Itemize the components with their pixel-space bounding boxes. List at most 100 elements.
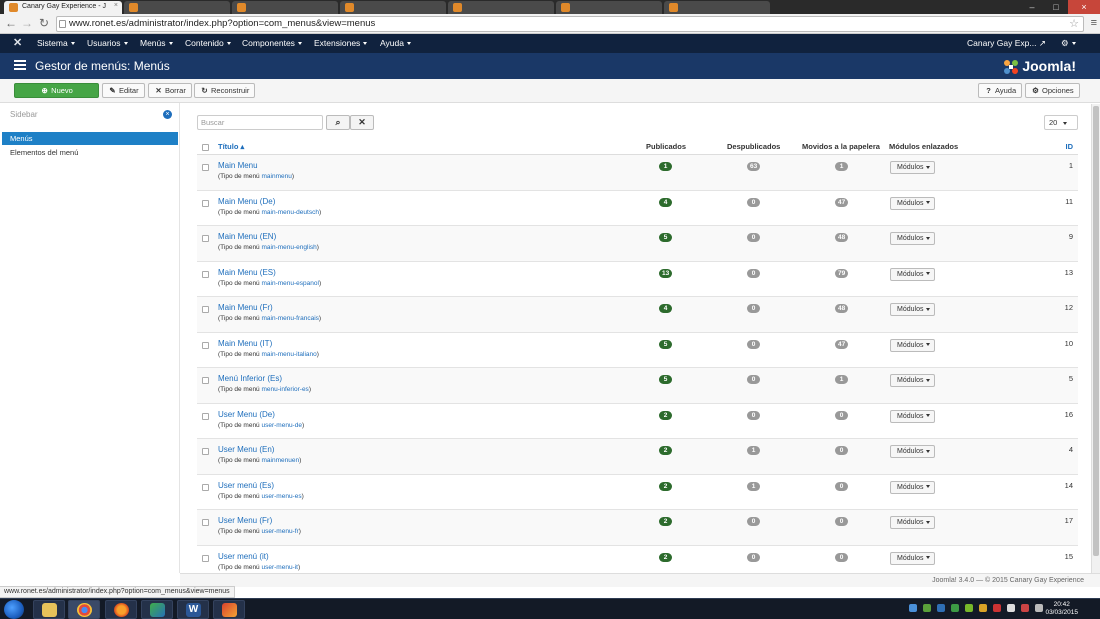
modules-dropdown-button[interactable]: Módulos bbox=[890, 480, 935, 494]
trashed-count-badge[interactable]: 0 bbox=[835, 552, 848, 562]
start-button[interactable] bbox=[4, 600, 24, 619]
forward-icon[interactable]: → bbox=[20, 16, 34, 30]
trashed-count-badge[interactable]: 0 bbox=[835, 481, 848, 491]
page-scrollbar[interactable] bbox=[1091, 104, 1100, 573]
close-window-icon[interactable]: × bbox=[1068, 0, 1100, 14]
published-count-badge[interactable]: 4 bbox=[659, 197, 672, 207]
joomla-logo-icon[interactable]: ✕ bbox=[13, 38, 25, 49]
tray-icon[interactable] bbox=[1007, 604, 1015, 612]
options-button[interactable]: ⚙ Opciones bbox=[1025, 83, 1080, 98]
published-count-badge[interactable]: 1 bbox=[659, 162, 672, 171]
row-checkbox[interactable] bbox=[202, 270, 209, 278]
menu-type-link[interactable]: user-menu-es bbox=[261, 493, 301, 500]
nav-menu-extensiones[interactable]: Extensiones bbox=[314, 34, 368, 53]
menu-title-link[interactable]: User Menu (En) bbox=[218, 445, 274, 454]
search-input[interactable] bbox=[197, 115, 323, 130]
scrollbar-thumb[interactable] bbox=[1093, 106, 1099, 556]
menu-title-link[interactable]: Main Menu bbox=[218, 161, 258, 170]
site-link[interactable]: Canary Gay Exp... ↗ bbox=[967, 34, 1046, 53]
unpublished-count-badge[interactable]: 0 bbox=[747, 268, 760, 278]
menu-title-link[interactable]: Main Menu (De) bbox=[218, 197, 275, 206]
trashed-count-badge[interactable]: 0 bbox=[835, 410, 848, 420]
modules-dropdown-button[interactable]: Módulos bbox=[890, 267, 935, 281]
column-id[interactable]: ID bbox=[1066, 142, 1074, 151]
row-checkbox[interactable] bbox=[202, 377, 209, 384]
sidebar-item-menu-items[interactable]: Elementos del menú bbox=[2, 146, 178, 159]
menu-type-link[interactable]: mainmenuen bbox=[261, 457, 299, 464]
tray-icon[interactable] bbox=[923, 604, 931, 612]
taskbar-chrome[interactable] bbox=[68, 600, 100, 619]
menu-type-link[interactable]: user-menu-de bbox=[261, 422, 301, 429]
menu-type-link[interactable]: user-menu-fr bbox=[261, 528, 298, 535]
taskbar-app[interactable] bbox=[213, 600, 245, 619]
clear-search-button[interactable]: ✕ bbox=[350, 115, 374, 130]
modules-dropdown-button[interactable]: Módulos bbox=[890, 196, 935, 210]
menu-title-link[interactable]: Main Menu (ES) bbox=[218, 268, 276, 277]
unpublished-count-badge[interactable]: 0 bbox=[747, 410, 760, 420]
modules-dropdown-button[interactable]: Módulos bbox=[890, 516, 935, 529]
nav-menu-usuarios[interactable]: Usuarios bbox=[87, 34, 128, 53]
unpublished-count-badge[interactable]: 0 bbox=[747, 375, 760, 384]
browser-tab[interactable] bbox=[124, 1, 230, 14]
back-icon[interactable]: ← bbox=[4, 16, 18, 30]
user-settings-menu[interactable]: ⚙ bbox=[1061, 34, 1076, 53]
menu-type-link[interactable]: main-menu-espanol bbox=[261, 280, 318, 287]
maximize-window-icon[interactable]: □ bbox=[1044, 0, 1068, 14]
menu-type-link[interactable]: user-menu-it bbox=[261, 564, 297, 571]
rebuild-button[interactable]: ↻ Reconstruir bbox=[194, 83, 256, 98]
trashed-count-badge[interactable]: 1 bbox=[835, 375, 848, 384]
sidebar-toggle-icon[interactable]: × bbox=[163, 110, 172, 119]
row-checkbox[interactable] bbox=[202, 341, 209, 349]
browser-menu-icon[interactable]: ≡ bbox=[1091, 17, 1097, 29]
browser-tab[interactable] bbox=[340, 1, 446, 14]
menu-type-link[interactable]: mainmenu bbox=[261, 173, 291, 180]
row-checkbox[interactable] bbox=[202, 448, 209, 455]
menu-title-link[interactable]: User menú (it) bbox=[218, 552, 269, 561]
unpublished-count-badge[interactable]: 0 bbox=[747, 517, 760, 526]
unpublished-count-badge[interactable]: 0 bbox=[747, 197, 760, 207]
reload-icon[interactable]: ↻ bbox=[37, 16, 51, 30]
help-button[interactable]: ? Ayuda bbox=[978, 83, 1023, 98]
trashed-count-badge[interactable]: 0 bbox=[835, 446, 848, 455]
modules-dropdown-button[interactable]: Módulos bbox=[890, 161, 935, 174]
search-button[interactable]: ⌕ bbox=[326, 115, 350, 130]
bookmark-star-icon[interactable]: ☆ bbox=[1069, 17, 1079, 31]
trashed-count-badge[interactable]: 0 bbox=[835, 517, 848, 526]
taskbar-filezilla[interactable] bbox=[141, 600, 173, 619]
new-button[interactable]: ⊕ Nuevo bbox=[14, 83, 99, 98]
unpublished-count-badge[interactable]: 0 bbox=[747, 552, 760, 562]
published-count-badge[interactable]: 5 bbox=[659, 233, 672, 242]
taskbar-explorer[interactable] bbox=[33, 600, 65, 619]
menu-type-link[interactable]: main-menu-deutsch bbox=[261, 209, 318, 216]
tray-icon[interactable] bbox=[965, 604, 973, 612]
trashed-count-badge[interactable]: 47 bbox=[835, 197, 849, 207]
delete-button[interactable]: ✕ Borrar bbox=[148, 83, 192, 98]
menu-title-link[interactable]: User Menu (Fr) bbox=[218, 516, 272, 525]
menu-type-link[interactable]: main-menu-italiano bbox=[261, 351, 316, 358]
modules-dropdown-button[interactable]: Módulos bbox=[890, 374, 935, 387]
browser-tab[interactable] bbox=[664, 1, 770, 14]
menu-type-link[interactable]: main-menu-english bbox=[261, 244, 316, 251]
trashed-count-badge[interactable]: 47 bbox=[835, 339, 849, 349]
sidebar-item-menus[interactable]: Menús bbox=[2, 132, 178, 145]
modules-dropdown-button[interactable]: Módulos bbox=[890, 409, 935, 423]
column-title[interactable]: Título ▴ bbox=[218, 142, 244, 151]
browser-tab[interactable] bbox=[232, 1, 338, 14]
nav-menu-componentes[interactable]: Componentes bbox=[242, 34, 302, 53]
taskbar-firefox[interactable] bbox=[105, 600, 137, 619]
row-checkbox[interactable] bbox=[202, 554, 209, 562]
menu-type-link[interactable]: main-menu-francais bbox=[261, 315, 318, 322]
published-count-badge[interactable]: 2 bbox=[659, 552, 672, 562]
tray-icon[interactable] bbox=[993, 604, 1001, 612]
unpublished-count-badge[interactable]: 0 bbox=[747, 233, 760, 242]
published-count-badge[interactable]: 2 bbox=[659, 481, 672, 491]
address-bar[interactable]: www.ronet.es/administrator/index.php?opt… bbox=[56, 16, 1084, 32]
row-checkbox[interactable] bbox=[202, 199, 209, 207]
nav-menu-sistema[interactable]: Sistema bbox=[37, 34, 75, 53]
trashed-count-badge[interactable]: 48 bbox=[835, 304, 849, 313]
unpublished-count-badge[interactable]: 1 bbox=[747, 446, 760, 455]
unpublished-count-badge[interactable]: 1 bbox=[747, 481, 760, 491]
nav-menu-ayuda[interactable]: Ayuda bbox=[380, 34, 411, 53]
row-checkbox[interactable] bbox=[202, 306, 209, 313]
tray-icon[interactable] bbox=[937, 604, 945, 612]
